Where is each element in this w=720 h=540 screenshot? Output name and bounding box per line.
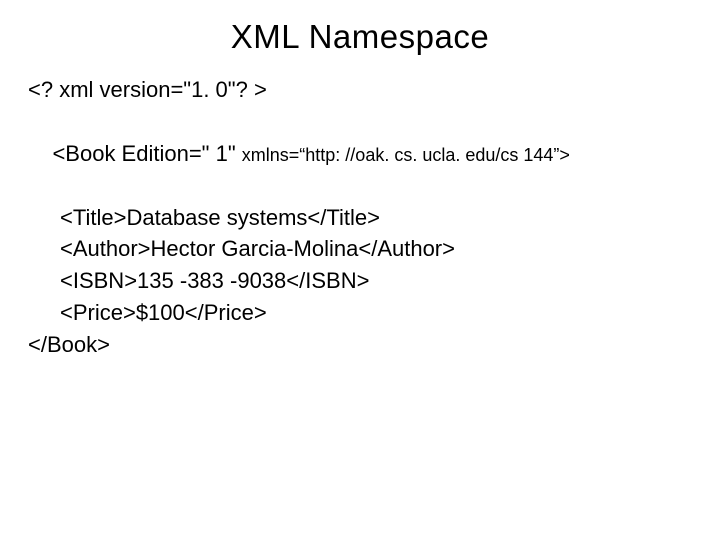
xml-book-open: <Book Edition=" 1" xmlns=“http: //oak. c… [28, 106, 692, 202]
xml-isbn-element: <ISBN>135 -383 -9038</ISBN> [28, 265, 692, 297]
xml-namespace-attr: xmlns=“http: //oak. cs. ucla. edu/cs 144… [242, 145, 570, 165]
xml-declaration: <? xml version="1. 0"? > [28, 74, 692, 106]
xml-code-block: <? xml version="1. 0"? > <Book Edition="… [28, 74, 692, 361]
page-title: XML Namespace [28, 18, 692, 56]
xml-author-element: <Author>Hector Garcia-Molina</Author> [28, 233, 692, 265]
xml-book-close: </Book> [28, 329, 692, 361]
xml-book-open-attrs: <Book Edition=" 1" [52, 141, 241, 166]
xml-title-element: <Title>Database systems</Title> [28, 202, 692, 234]
xml-price-element: <Price>$100</Price> [28, 297, 692, 329]
